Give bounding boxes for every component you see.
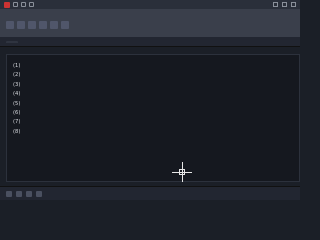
tool-icon[interactable] (61, 21, 69, 29)
ribbon (0, 9, 300, 38)
tool-icon[interactable] (6, 21, 14, 29)
list-item: (7) (13, 118, 293, 126)
close-icon[interactable] (291, 2, 296, 7)
tool-icon[interactable] (50, 21, 58, 29)
tool-icon[interactable] (39, 21, 47, 29)
status-icon[interactable] (16, 190, 22, 197)
item-number: (2) (13, 72, 21, 79)
app-logo[interactable] (4, 1, 10, 8)
minimize-icon[interactable] (273, 2, 278, 7)
list-item: (2) (13, 71, 293, 79)
item-number: (5) (13, 100, 21, 107)
item-number: (3) (13, 81, 21, 88)
maximize-icon[interactable] (282, 2, 287, 7)
item-number: (8) (13, 128, 21, 135)
save-icon[interactable] (29, 2, 34, 7)
title-bar (0, 0, 300, 9)
open-file-icon[interactable] (21, 2, 26, 7)
item-number: (1) (13, 63, 21, 69)
list-item: (4) (13, 90, 293, 98)
list-item: (1) (13, 62, 293, 70)
status-icon[interactable] (26, 190, 32, 197)
list-item: (5) (13, 100, 293, 108)
item-number: (6) (13, 109, 21, 116)
new-file-icon[interactable] (13, 2, 18, 7)
status-icon[interactable] (6, 190, 12, 197)
list-item: (3) (13, 81, 293, 89)
list-item: (8) (13, 128, 293, 136)
list-item: (6) (13, 109, 293, 117)
tool-icon[interactable] (28, 21, 36, 29)
status-icon[interactable] (36, 190, 42, 197)
document-panel: (1) (2) (3) (4) (5) (6) (7) (8) (6, 54, 300, 182)
item-number: (7) (13, 119, 21, 126)
crosshair-cursor-icon (172, 162, 192, 182)
status-bar (0, 186, 300, 200)
item-number: (4) (13, 91, 21, 98)
file-tab[interactable] (6, 40, 18, 43)
tool-icon[interactable] (17, 21, 25, 29)
file-tab-bar (0, 37, 300, 47)
